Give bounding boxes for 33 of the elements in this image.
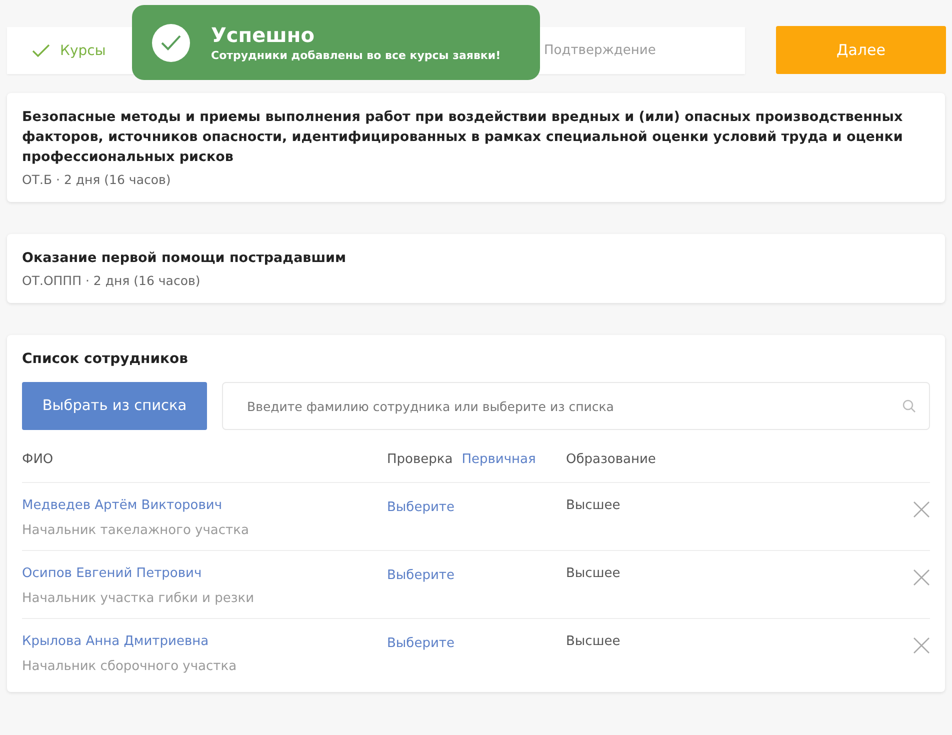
- check-type-link[interactable]: Первичная: [462, 452, 536, 467]
- course-title: Безопасные методы и приемы выполнения работ при воздействии вредных и (или) опасных производственных факторов, источников опасности, идентифицированных в рамках специальной оценки условий труда и оценки профессиональных рисков: [22, 108, 904, 167]
- employee-position: Начальник участка гибки и резки: [22, 591, 256, 606]
- search-field[interactable]: Введите фамилию сотрудника или выберите из списка: [222, 382, 930, 430]
- section-title: Список сотрудников: [22, 351, 189, 367]
- search-icon: [902, 399, 916, 413]
- check-select[interactable]: Выберите: [387, 500, 454, 515]
- toast-title: Успешно: [211, 23, 316, 47]
- employee-name-link[interactable]: Крылова Анна Дмитриевна: [22, 634, 387, 649]
- toast-message: Сотрудники добавлены во все курсы заявки!: [211, 49, 501, 62]
- pick-from-list-button[interactable]: Выбрать из списка: [22, 382, 207, 430]
- step-label[interactable]: Подтверждение: [544, 43, 656, 58]
- column-header: Проверка: [387, 452, 453, 467]
- education-value: Высшее: [566, 566, 620, 581]
- close-icon[interactable]: [913, 501, 930, 518]
- course-meta: ОТ.Б · 2 дня (16 часов): [22, 172, 172, 187]
- employee-position: Начальник такелажного участка: [22, 523, 250, 538]
- close-icon[interactable]: [913, 637, 930, 654]
- check-select[interactable]: Выберите: [387, 568, 454, 583]
- column-header: ФИО: [22, 452, 54, 467]
- employee-position: Начальник сборочного участка: [22, 659, 238, 674]
- check-icon: [152, 24, 190, 62]
- course-title: Оказание первой помощи пострадавшим: [22, 249, 348, 268]
- step-label[interactable]: Курсы: [60, 42, 106, 58]
- education-value: Высшее: [566, 498, 620, 513]
- check-icon: [32, 44, 50, 58]
- close-icon[interactable]: [913, 569, 930, 586]
- column-header: Образование: [566, 452, 656, 467]
- education-value: Высшее: [566, 634, 620, 649]
- check-select[interactable]: Выберите: [387, 636, 454, 651]
- course-meta: ОТ.ОППП · 2 дня (16 часов): [22, 273, 202, 288]
- employee-name-link[interactable]: Медведев Артём Викторович: [22, 498, 387, 513]
- employee-name-link[interactable]: Осипов Евгений Петрович: [22, 566, 387, 581]
